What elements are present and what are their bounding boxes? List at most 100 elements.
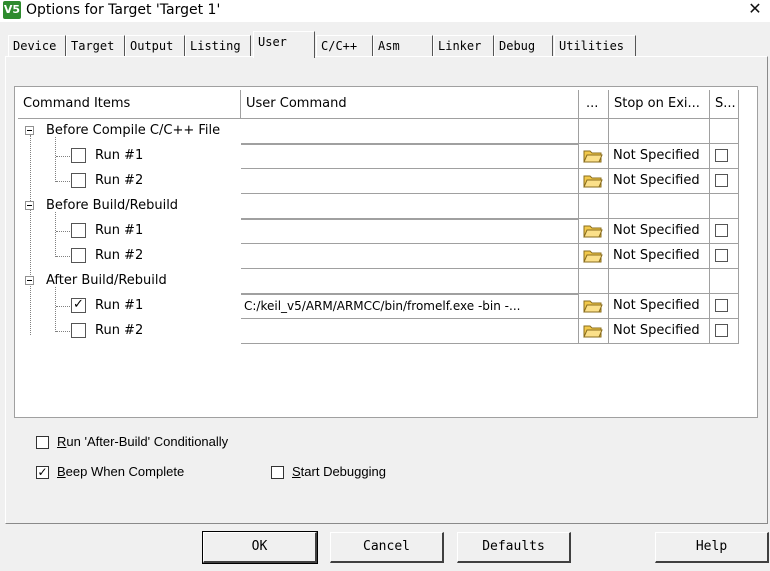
browse-cell-empty bbox=[579, 269, 609, 294]
s-cell bbox=[710, 169, 739, 194]
run-label: Run #1 bbox=[95, 223, 144, 238]
user-command-field[interactable]: C:/keil_v5/ARM/ARMCC/bin/fromelf.exe -bi… bbox=[241, 294, 579, 319]
user-command-field[interactable] bbox=[241, 219, 579, 244]
run-row[interactable]: ✓ Run #1 C:/keil_v5/ARM/ARMCC/bin/fromel… bbox=[15, 294, 755, 319]
label-rest: tart Debugging bbox=[300, 464, 386, 479]
user-command-field[interactable] bbox=[241, 319, 579, 344]
browse-cell bbox=[579, 244, 609, 269]
label-rest: eep When Complete bbox=[65, 464, 185, 479]
stop-on-exit-value[interactable]: Not Specified bbox=[609, 244, 710, 269]
run-row[interactable]: Run #2 Not Specified bbox=[15, 244, 755, 269]
user-command-field[interactable] bbox=[241, 169, 579, 194]
run-row[interactable]: Run #2 Not Specified bbox=[15, 319, 755, 344]
run-row[interactable]: Run #1 Not Specified bbox=[15, 219, 755, 244]
s-cell bbox=[710, 294, 739, 319]
user-command-field[interactable] bbox=[241, 244, 579, 269]
tab-listing[interactable]: Listing bbox=[185, 35, 251, 57]
stop-cell-empty bbox=[609, 269, 710, 294]
command-cell-empty bbox=[241, 194, 579, 219]
start-debugging-checkbox[interactable] bbox=[271, 466, 284, 479]
s-cell bbox=[710, 244, 739, 269]
folder-open-icon[interactable] bbox=[583, 248, 603, 264]
tab-target[interactable]: Target bbox=[66, 35, 125, 57]
header-user-command[interactable]: User Command bbox=[241, 90, 579, 119]
browse-cell-empty bbox=[579, 119, 609, 144]
beep-when-complete-checkbox[interactable]: ✓ bbox=[36, 466, 49, 479]
tab-utilities[interactable]: Utilities bbox=[554, 35, 636, 57]
run-label: Run #1 bbox=[95, 148, 144, 163]
s-cell bbox=[710, 144, 739, 169]
stop-on-exit-value[interactable]: Not Specified bbox=[609, 169, 710, 194]
s-checkbox[interactable] bbox=[715, 149, 728, 162]
run-checkbox[interactable] bbox=[71, 223, 86, 238]
tab-linker[interactable]: Linker bbox=[433, 35, 494, 57]
start-debugging-label[interactable]: Start Debugging bbox=[292, 464, 386, 479]
run-after-build-label[interactable]: Run 'After-Build' Conditionally bbox=[57, 434, 228, 449]
stop-on-exit-value[interactable]: Not Specified bbox=[609, 294, 710, 319]
stop-cell-empty bbox=[609, 194, 710, 219]
folder-open-icon[interactable] bbox=[583, 223, 603, 239]
browse-cell bbox=[579, 144, 609, 169]
ok-button[interactable]: OK bbox=[202, 531, 318, 564]
header-stop-on-exit[interactable]: Stop on Exi... bbox=[609, 90, 710, 119]
close-icon[interactable]: ✕ bbox=[740, 0, 770, 20]
run-checkbox[interactable] bbox=[71, 173, 86, 188]
collapse-icon[interactable] bbox=[25, 276, 34, 285]
run-after-build-checkbox[interactable] bbox=[36, 436, 49, 449]
folder-open-icon[interactable] bbox=[583, 298, 603, 314]
header-command-items[interactable]: Command Items bbox=[18, 90, 241, 119]
run-label: Run #2 bbox=[95, 248, 144, 263]
s-checkbox[interactable] bbox=[715, 299, 728, 312]
tab-output[interactable]: Output bbox=[125, 35, 185, 57]
help-button[interactable]: Help bbox=[655, 532, 769, 563]
folder-open-icon[interactable] bbox=[583, 323, 603, 339]
header-s[interactable]: S... bbox=[710, 90, 739, 119]
group-label: After Build/Rebuild bbox=[46, 273, 167, 288]
defaults-button[interactable]: Defaults bbox=[457, 532, 571, 563]
group-row-before-compile[interactable]: Before Compile C/C++ File bbox=[15, 119, 755, 144]
header-browse[interactable]: ... bbox=[579, 90, 609, 119]
cancel-button[interactable]: Cancel bbox=[330, 532, 444, 563]
run-label: Run #1 bbox=[95, 298, 144, 313]
user-commands-grid: Command Items User Command ... Stop on E… bbox=[14, 86, 758, 418]
folder-open-icon[interactable] bbox=[583, 173, 603, 189]
s-cell bbox=[710, 219, 739, 244]
group-row-before-build[interactable]: Before Build/Rebuild bbox=[15, 194, 755, 219]
collapse-icon[interactable] bbox=[25, 201, 34, 210]
s-checkbox[interactable] bbox=[715, 174, 728, 187]
run-checkbox[interactable] bbox=[71, 248, 86, 263]
label-rest: un 'After-Build' Conditionally bbox=[66, 434, 229, 449]
browse-cell bbox=[579, 294, 609, 319]
stop-on-exit-value[interactable]: Not Specified bbox=[609, 319, 710, 344]
run-label: Run #2 bbox=[95, 173, 144, 188]
stop-cell-empty bbox=[609, 119, 710, 144]
run-checkbox[interactable] bbox=[71, 323, 86, 338]
user-command-field[interactable] bbox=[241, 144, 579, 169]
command-cell-empty bbox=[241, 119, 579, 144]
beep-when-complete-label[interactable]: Beep When Complete bbox=[57, 464, 184, 479]
run-label: Run #2 bbox=[95, 323, 144, 338]
collapse-icon[interactable] bbox=[25, 126, 34, 135]
run-checkbox-checked[interactable]: ✓ bbox=[71, 298, 86, 313]
group-row-after-build[interactable]: After Build/Rebuild bbox=[15, 269, 755, 294]
s-cell-empty bbox=[710, 194, 739, 219]
keil-app-icon: V5 bbox=[3, 1, 21, 19]
s-checkbox[interactable] bbox=[715, 224, 728, 237]
stop-on-exit-value[interactable]: Not Specified bbox=[609, 144, 710, 169]
s-checkbox[interactable] bbox=[715, 249, 728, 262]
browse-cell bbox=[579, 319, 609, 344]
browse-cell bbox=[579, 169, 609, 194]
browse-cell bbox=[579, 219, 609, 244]
run-row[interactable]: Run #1 Not Specified bbox=[15, 144, 755, 169]
run-row[interactable]: Run #2 Not Specified bbox=[15, 169, 755, 194]
folder-open-icon[interactable] bbox=[583, 148, 603, 164]
stop-on-exit-value[interactable]: Not Specified bbox=[609, 219, 710, 244]
tab-debug[interactable]: Debug bbox=[494, 35, 553, 57]
s-checkbox[interactable] bbox=[715, 324, 728, 337]
tab-user[interactable]: User bbox=[253, 31, 315, 58]
tab-c-cpp[interactable]: C/C++ bbox=[316, 35, 373, 57]
tab-asm[interactable]: Asm bbox=[373, 35, 433, 57]
title-bar: V5 Options for Target 'Target 1' ✕ bbox=[0, 0, 770, 22]
run-checkbox[interactable] bbox=[71, 148, 86, 163]
tab-device[interactable]: Device bbox=[8, 35, 66, 57]
